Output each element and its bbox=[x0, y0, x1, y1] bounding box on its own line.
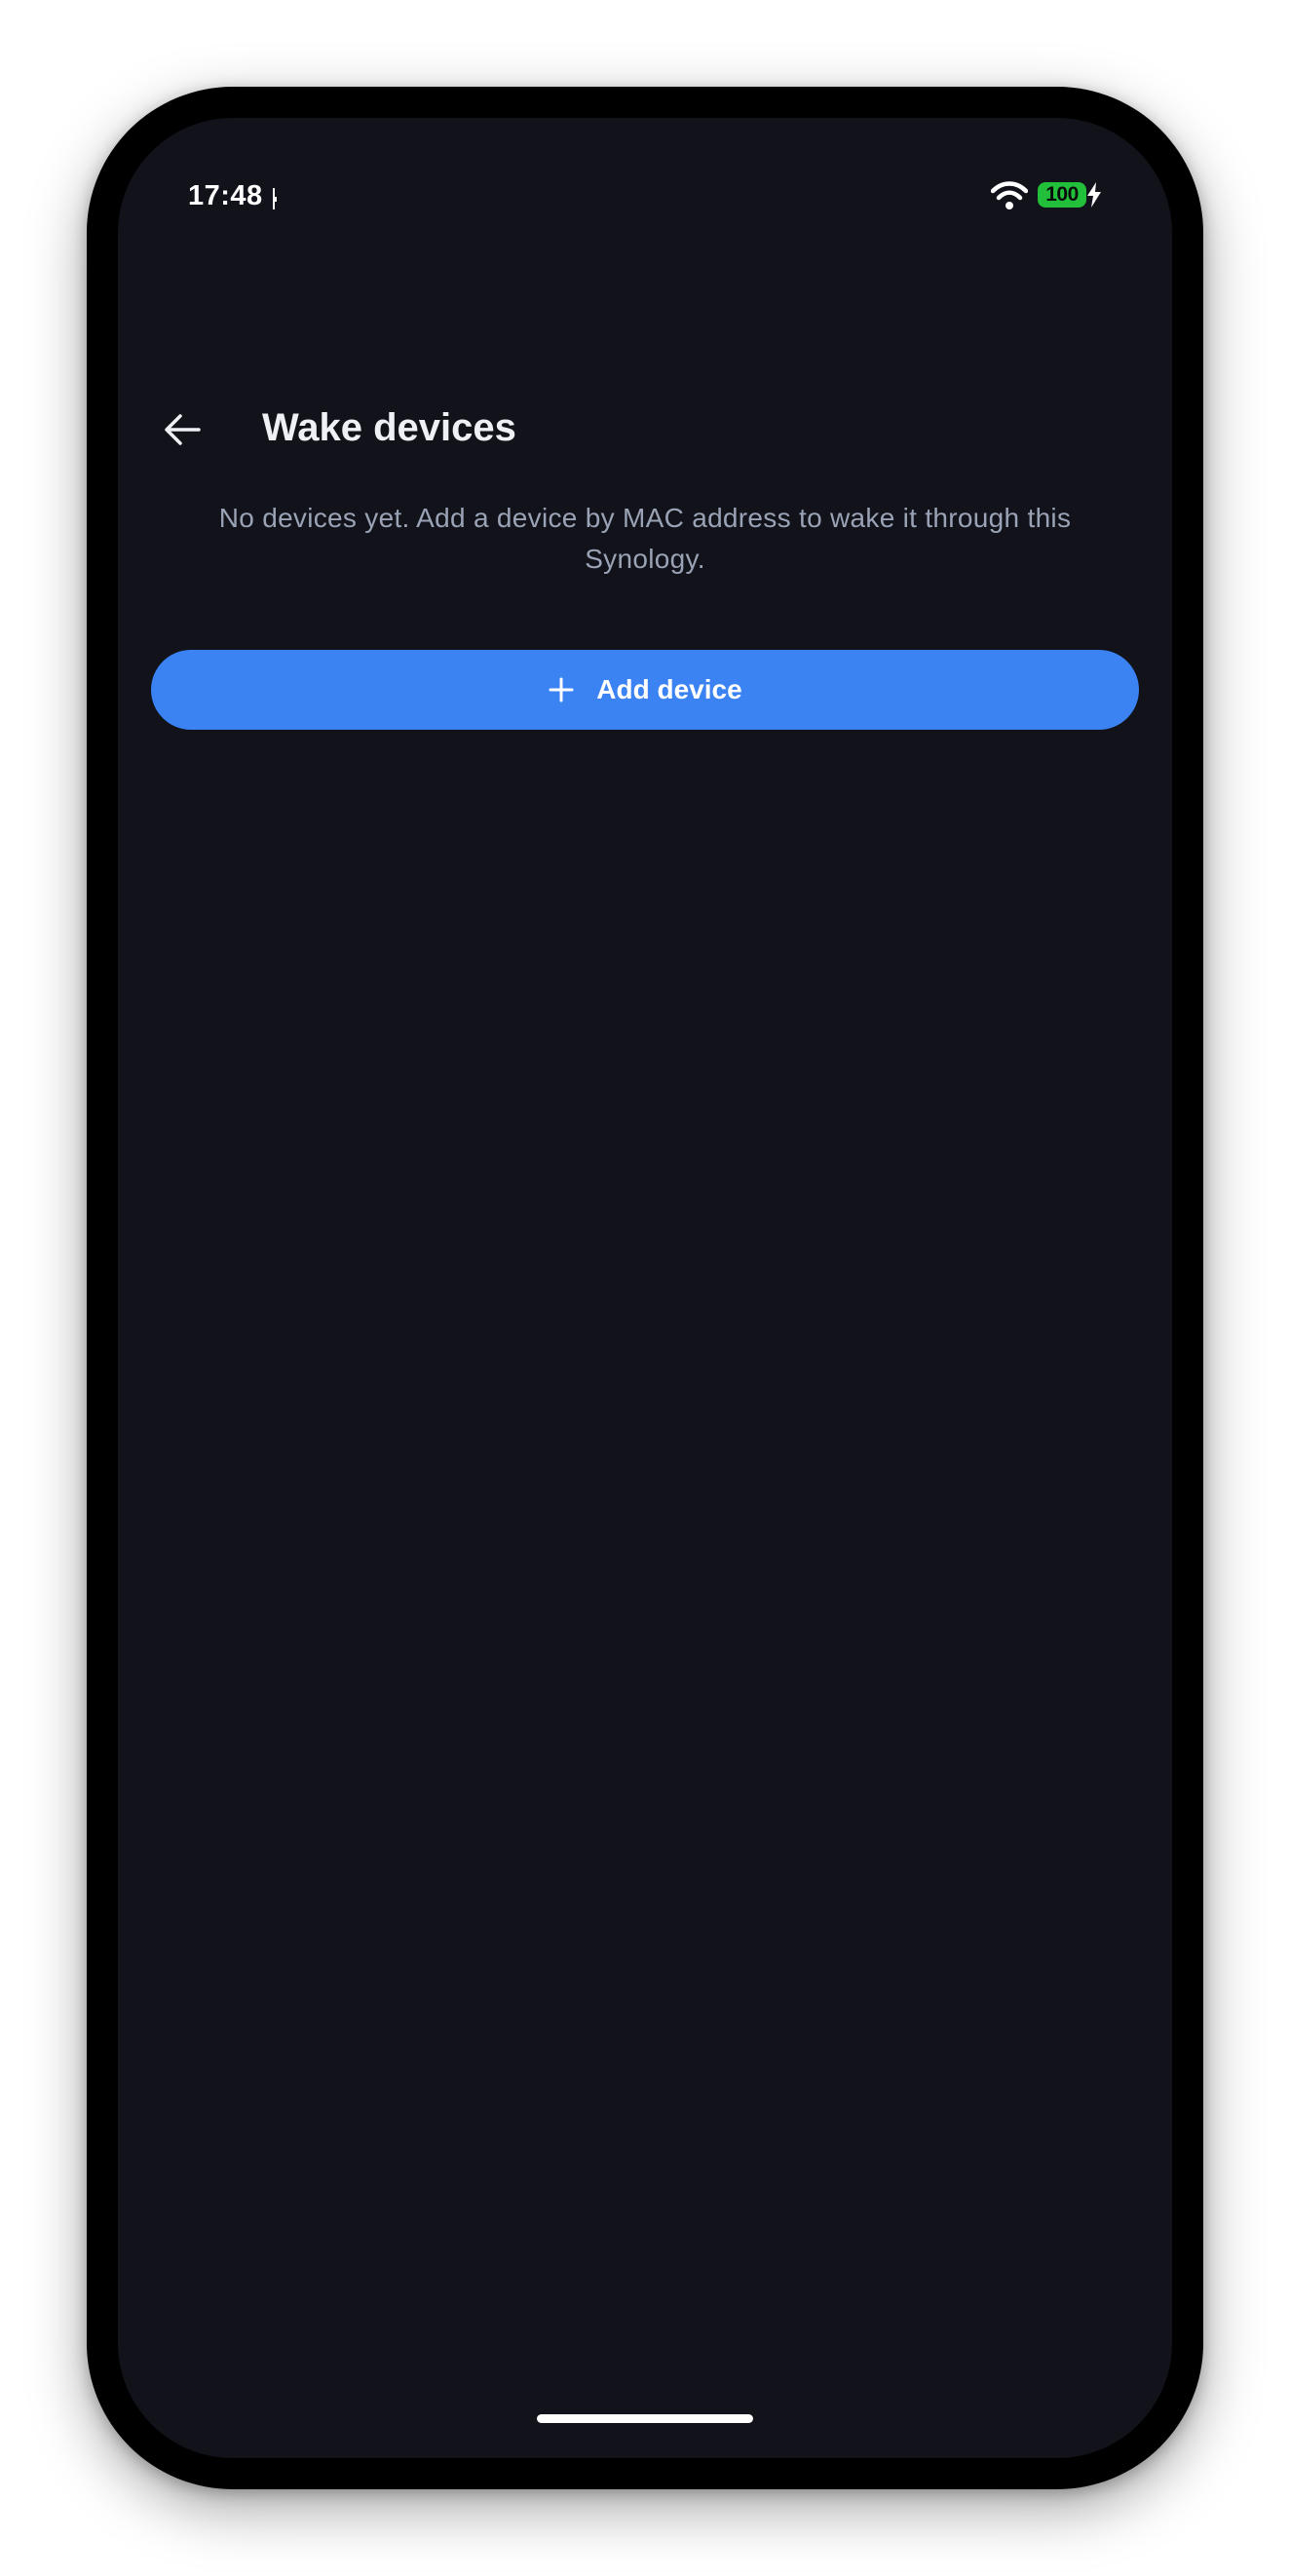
wifi-icon bbox=[991, 181, 1028, 209]
app-bar: Wake devices bbox=[118, 381, 1172, 478]
app-screen: 17:48 100 Wake devices No devices yet. A… bbox=[118, 118, 1172, 2458]
charging-bolt-icon bbox=[1087, 182, 1101, 208]
add-device-button[interactable]: Add device bbox=[151, 650, 1139, 730]
add-device-label: Add device bbox=[596, 674, 742, 704]
canvas: 17:48 100 Wake devices No devices yet. A… bbox=[0, 0, 1290, 2576]
battery-level: 100 bbox=[1045, 183, 1079, 206]
back-button[interactable] bbox=[143, 391, 221, 469]
page-title: Wake devices bbox=[262, 406, 516, 449]
plus-icon bbox=[549, 677, 574, 702]
status-bar: 17:48 100 bbox=[118, 118, 1172, 274]
battery-indicator: 100 bbox=[1038, 182, 1086, 208]
arrow-left-icon bbox=[165, 414, 201, 445]
status-time: 17:48 bbox=[188, 180, 263, 211]
status-indicator-icon bbox=[273, 188, 277, 209]
home-indicator[interactable] bbox=[537, 2414, 753, 2423]
empty-state-message: No devices yet. Add a device by MAC addr… bbox=[218, 503, 1072, 574]
